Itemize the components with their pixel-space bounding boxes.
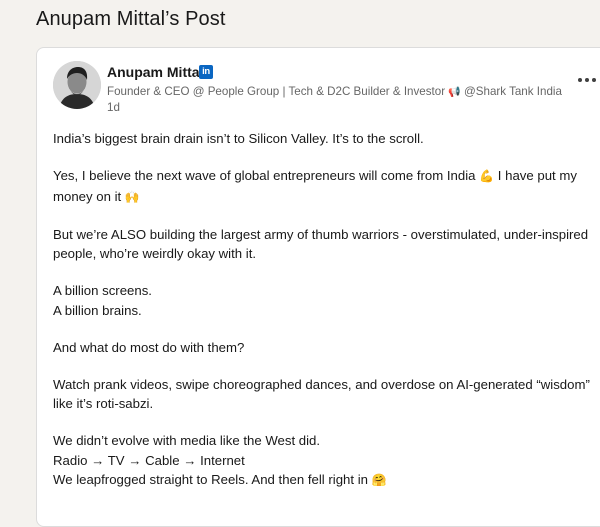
post-paragraph: India’s biggest brain drain isn’t to Sil… bbox=[53, 131, 424, 146]
more-options-button[interactable] bbox=[571, 68, 600, 92]
post-paragraph-line: like it’s roti-sabzi. bbox=[53, 396, 154, 412]
author-headline: Founder & CEO @ People Group | Tech & D2… bbox=[107, 85, 562, 98]
more-dot-icon bbox=[592, 78, 596, 82]
linkedin-badge-icon: in bbox=[199, 65, 213, 79]
post-paragraph-line: Yes, I believe the next wave of global e… bbox=[53, 166, 583, 187]
post-paragraph-line: Watch prank videos, swipe choreographed … bbox=[53, 376, 590, 392]
post-paragraph-line: We leapfrogged straight to Reels. And th… bbox=[53, 470, 583, 491]
post-paragraph-line: money on it 🙌 bbox=[53, 187, 583, 208]
more-dot-icon bbox=[578, 78, 582, 82]
post-paragraph-line: But we’re ALSO building the largest army… bbox=[53, 226, 589, 242]
post-paragraph-line: A billion brains. bbox=[53, 302, 142, 318]
post-text: I have put my bbox=[497, 167, 577, 183]
post-text: Yes, I believe the next wave of global e… bbox=[53, 167, 476, 183]
headline-text: Founder & CEO @ People Group | Tech & D2… bbox=[107, 85, 446, 98]
author-name[interactable]: Anupam Mittal bbox=[107, 64, 203, 80]
post-text: We leapfrogged straight to Reels. And th… bbox=[53, 472, 368, 488]
post-paragraph-line: A billion screens. bbox=[53, 283, 152, 299]
headline-tail: @Shark Tank India bbox=[464, 85, 562, 98]
post-text: money on it bbox=[53, 188, 122, 204]
page-title: Anupam Mittal’s Post bbox=[36, 8, 226, 30]
post-card: Anupam Mittal in Founder & CEO @ People … bbox=[36, 47, 600, 527]
raised-hands-emoji-icon: 🙌 bbox=[124, 189, 140, 204]
post-paragraph: And what do most do with them? bbox=[53, 339, 245, 355]
more-dot-icon bbox=[585, 78, 589, 82]
post-timestamp: 1d bbox=[107, 101, 120, 114]
post-paragraph-line: We didn’t evolve with media like the Wes… bbox=[53, 433, 321, 449]
post-paragraph-line: Radio → TV → Cable → Internet bbox=[53, 452, 245, 468]
post-paragraph-line: people, who’re weirdly okay with it. bbox=[53, 246, 257, 262]
author-avatar[interactable] bbox=[53, 61, 101, 109]
flexed-biceps-emoji-icon: 💪 bbox=[479, 168, 495, 183]
megaphone-icon: 📢 bbox=[448, 87, 461, 98]
hugging-face-emoji-icon: 🤗 bbox=[371, 473, 387, 488]
avatar-photo bbox=[53, 61, 101, 109]
post-body: India’s biggest brain drain isn’t to Sil… bbox=[53, 129, 590, 491]
